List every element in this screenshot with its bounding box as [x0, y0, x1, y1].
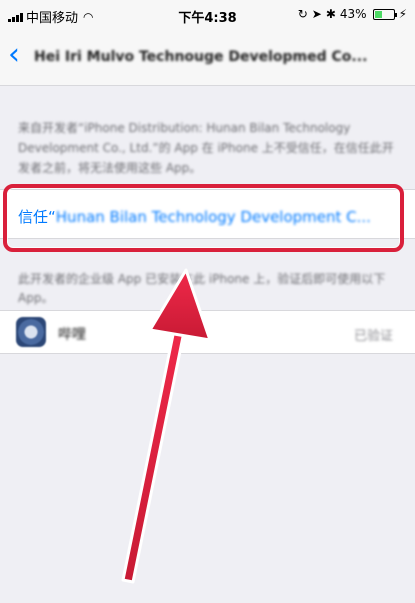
charging-icon: ⚡ — [398, 7, 407, 21]
chevron-left-icon[interactable]: ‹ — [8, 40, 20, 70]
highlight-annotation — [3, 184, 404, 252]
status-right: ↻ ➤ ✱ 43% ⚡ — [298, 7, 407, 21]
navigation-bar: ‹ Hei Iri Mulvo Technouge Developmed Co.… — [0, 28, 415, 86]
status-bar: 中国移动 ◠ 下午4:38 ↻ ➤ ✱ 43% ⚡ — [0, 0, 415, 28]
page-title: Hei Iri Mulvo Technouge Developmed Co... — [34, 49, 368, 65]
app-verification-status: 已验证 — [353, 329, 393, 344]
app-list-item[interactable]: 哔哩 已验证 — [0, 310, 415, 354]
orientation-lock-icon: ↻ — [297, 7, 308, 21]
app-icon — [16, 317, 46, 347]
apps-footer-text: 此开发者的企业级 App 已安装在此 iPhone 上，验证后即可使用以下 Ap… — [18, 272, 386, 305]
arrow-shaft — [121, 318, 188, 584]
battery-icon — [372, 8, 397, 20]
battery-percent: 43% — [339, 7, 367, 21]
developer-description: 来自开发者“iPhone Distribution: Hunan Bilan T… — [18, 121, 394, 175]
location-icon: ➤ — [311, 7, 322, 21]
app-name: 哔哩 — [58, 327, 86, 343]
bluetooth-icon: ✱ — [325, 7, 336, 21]
